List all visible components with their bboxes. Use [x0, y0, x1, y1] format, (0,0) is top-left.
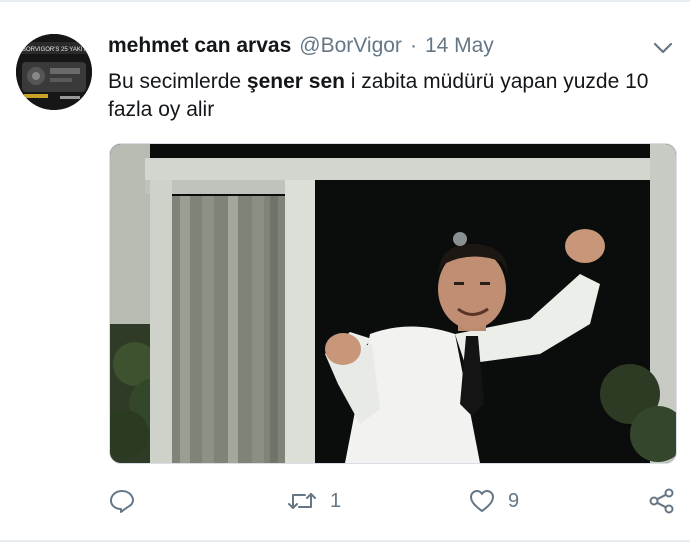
header-separator: · [409, 34, 417, 57]
user-handle[interactable]: @BorVigor [299, 34, 402, 58]
tweet-text-bold: şener sen [246, 70, 345, 93]
tweet-timestamp[interactable]: 14 May [425, 34, 494, 58]
retweet-count: 1 [330, 489, 342, 512]
photo-image [110, 144, 676, 463]
tweet-text-start: Bu secimlerde [108, 70, 247, 93]
chevron-down-icon [653, 42, 673, 54]
share-button[interactable] [648, 486, 676, 516]
reply-button[interactable] [108, 486, 136, 516]
more-options-button[interactable] [652, 40, 674, 56]
like-button[interactable]: 9 [468, 486, 519, 516]
display-name[interactable]: mehmet can arvas [108, 34, 291, 58]
tweet-text: Bu secimlerde şener sen i zabita müdürü … [108, 68, 676, 124]
heart-icon [470, 490, 494, 512]
tweet-header: mehmet can arvas @BorVigor · 14 May [108, 34, 494, 62]
top-divider [0, 0, 690, 2]
reply-icon [110, 490, 134, 513]
avatar-image: BORVIGOR'S 25 YAKIT [16, 34, 92, 110]
bottom-divider [0, 540, 690, 542]
avatar[interactable]: BORVIGOR'S 25 YAKIT [16, 34, 92, 110]
retweet-button[interactable]: 1 [286, 486, 341, 516]
tweet-actions-bar: 1 9 [108, 486, 678, 516]
retweet-icon [288, 493, 316, 509]
like-count: 9 [508, 489, 520, 512]
avatar-overlay-text: BORVIGOR'S 25 YAKIT [22, 47, 87, 53]
tweet-media-photo[interactable] [109, 143, 677, 464]
share-icon [649, 488, 674, 514]
